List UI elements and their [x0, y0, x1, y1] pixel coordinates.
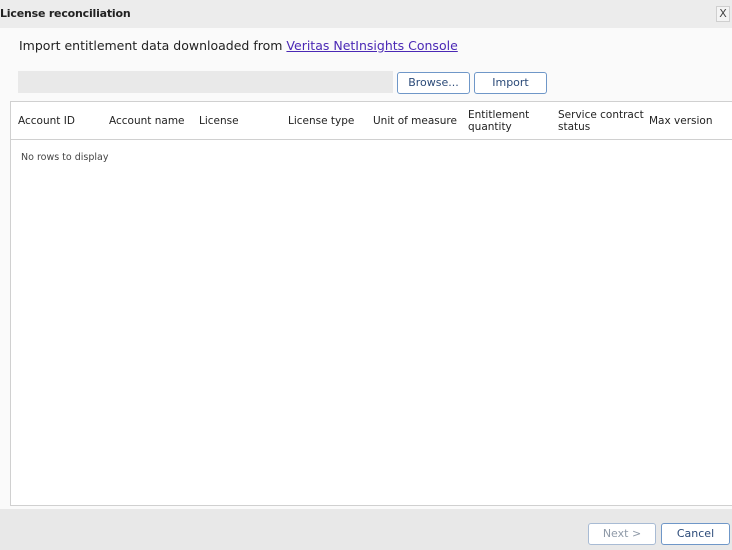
- netinsights-console-link[interactable]: Veritas NetInsights Console: [286, 38, 457, 53]
- column-header-license[interactable]: License: [199, 102, 239, 140]
- dialog-title: License reconciliation: [0, 7, 131, 20]
- entitlements-grid: Account ID Account name License License …: [10, 101, 732, 506]
- column-header-account-name[interactable]: Account name: [109, 102, 185, 140]
- file-path-field[interactable]: [18, 71, 393, 93]
- next-button[interactable]: Next >: [588, 523, 656, 545]
- grid-header: Account ID Account name License License …: [11, 102, 732, 140]
- column-header-unit-of-measure[interactable]: Unit of measure: [373, 102, 457, 140]
- browse-button[interactable]: Browse...: [397, 72, 470, 94]
- column-header-max-version[interactable]: Max version: [649, 102, 713, 140]
- column-header-service-contract-status[interactable]: Service contract status: [558, 102, 644, 140]
- empty-grid-message: No rows to display: [21, 152, 109, 163]
- instructions-text: Import entitlement data downloaded from: [19, 38, 287, 53]
- import-instructions: Import entitlement data downloaded from …: [19, 38, 458, 53]
- license-reconciliation-dialog: License reconciliation X Import entitlem…: [0, 0, 732, 550]
- import-button[interactable]: Import: [474, 72, 547, 94]
- cancel-button[interactable]: Cancel: [661, 523, 730, 545]
- column-header-license-type[interactable]: License type: [288, 102, 354, 140]
- column-header-account-id[interactable]: Account ID: [18, 102, 75, 140]
- column-header-entitlement-quantity[interactable]: Entitlement quantity: [468, 102, 529, 140]
- dialog-titlebar: License reconciliation X: [0, 0, 732, 28]
- close-icon: X: [719, 7, 727, 20]
- close-button[interactable]: X: [716, 6, 730, 22]
- dialog-footer: Next > Cancel: [0, 509, 732, 550]
